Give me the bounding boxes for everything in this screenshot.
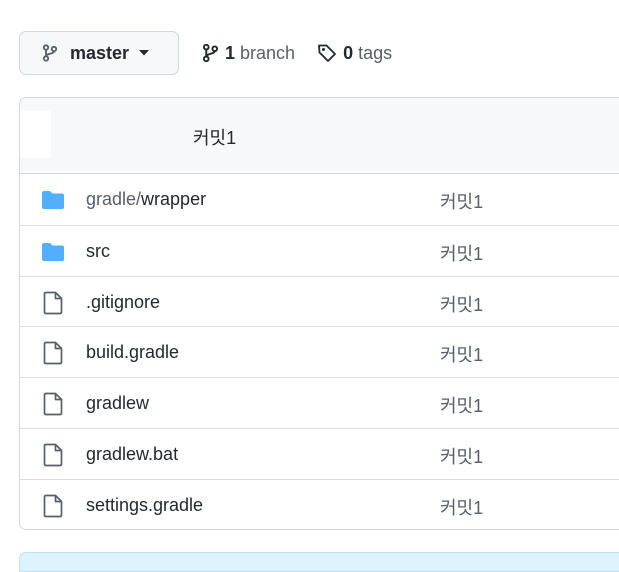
repo-toolbar: master 1 branch 0 tags [19,31,392,75]
file-row[interactable]: build.gradle 커밋1 [20,326,619,377]
file-name: src [86,240,110,261]
file-icon [41,494,65,518]
file-rows: gradle/wrapper 커밋1 src 커밋1 .gitignore 커밋1 buil… [20,174,619,529]
file-name-link[interactable]: .gitignore [86,292,160,313]
file-row[interactable]: gradle/wrapper 커밋1 [20,174,619,225]
file-icon [41,341,65,365]
file-name-link[interactable]: gradle/wrapper [86,189,206,210]
file-icon [41,443,65,467]
branch-select-button[interactable]: master [19,31,179,75]
file-icon [41,291,65,315]
file-name-link[interactable]: settings.gradle [86,495,203,516]
file-commit-message[interactable]: 커밋1 [440,392,483,418]
file-name-link[interactable]: build.gradle [86,342,179,363]
file-commit-message[interactable]: 커밋1 [440,443,483,469]
file-commit-message[interactable]: 커밋1 [440,494,483,520]
branch-label: branch [240,42,296,63]
tag-icon [317,43,337,63]
file-icon [41,392,65,416]
file-row[interactable]: gradlew.bat 커밋1 [20,427,619,479]
readme-banner [19,552,619,572]
folder-icon [41,240,65,264]
git-branch-icon [42,44,58,62]
folder-icon [41,188,65,212]
branch-name: master [70,42,130,63]
git-branch-icon [202,43,219,63]
file-row[interactable]: gradlew 커밋1 [20,377,619,428]
file-name: wrapper [141,189,207,209]
file-path-prefix: gradle/ [86,189,142,209]
latest-commit-message[interactable]: 커밋1 [193,124,236,150]
file-row[interactable]: .gitignore 커밋1 [20,275,619,327]
file-commit-message[interactable]: 커밋1 [440,341,483,367]
file-name-link[interactable]: gradlew [86,393,149,414]
file-name: .gitignore [86,291,161,312]
file-name: gradlew.bat [86,443,179,464]
avatar [20,111,51,158]
file-commit-message[interactable]: 커밋1 [440,188,483,214]
file-name: build.gradle [86,342,180,363]
branch-count: 1 [225,42,236,63]
file-list: 커밋1 gradle/wrapper 커밋1 src 커밋1 .gitignore 커밋1… [19,97,619,530]
file-commit-message[interactable]: 커밋1 [440,240,483,266]
file-name-link[interactable]: src [86,241,110,262]
tag-count: 0 [343,42,354,63]
file-commit-message[interactable]: 커밋1 [440,291,483,317]
tags-link[interactable]: 0 tags [317,43,392,64]
file-name-link[interactable]: gradlew.bat [86,444,178,465]
branches-link[interactable]: 1 branch [202,43,295,64]
file-row[interactable]: src 커밋1 [20,224,619,276]
file-row[interactable]: settings.gradle 커밋1 [20,478,619,529]
latest-commit-bar: 커밋1 [20,98,619,174]
file-name: settings.gradle [86,494,204,515]
file-name: gradlew [86,393,150,414]
chevron-down-icon [139,50,150,56]
tag-label: tags [358,42,393,63]
